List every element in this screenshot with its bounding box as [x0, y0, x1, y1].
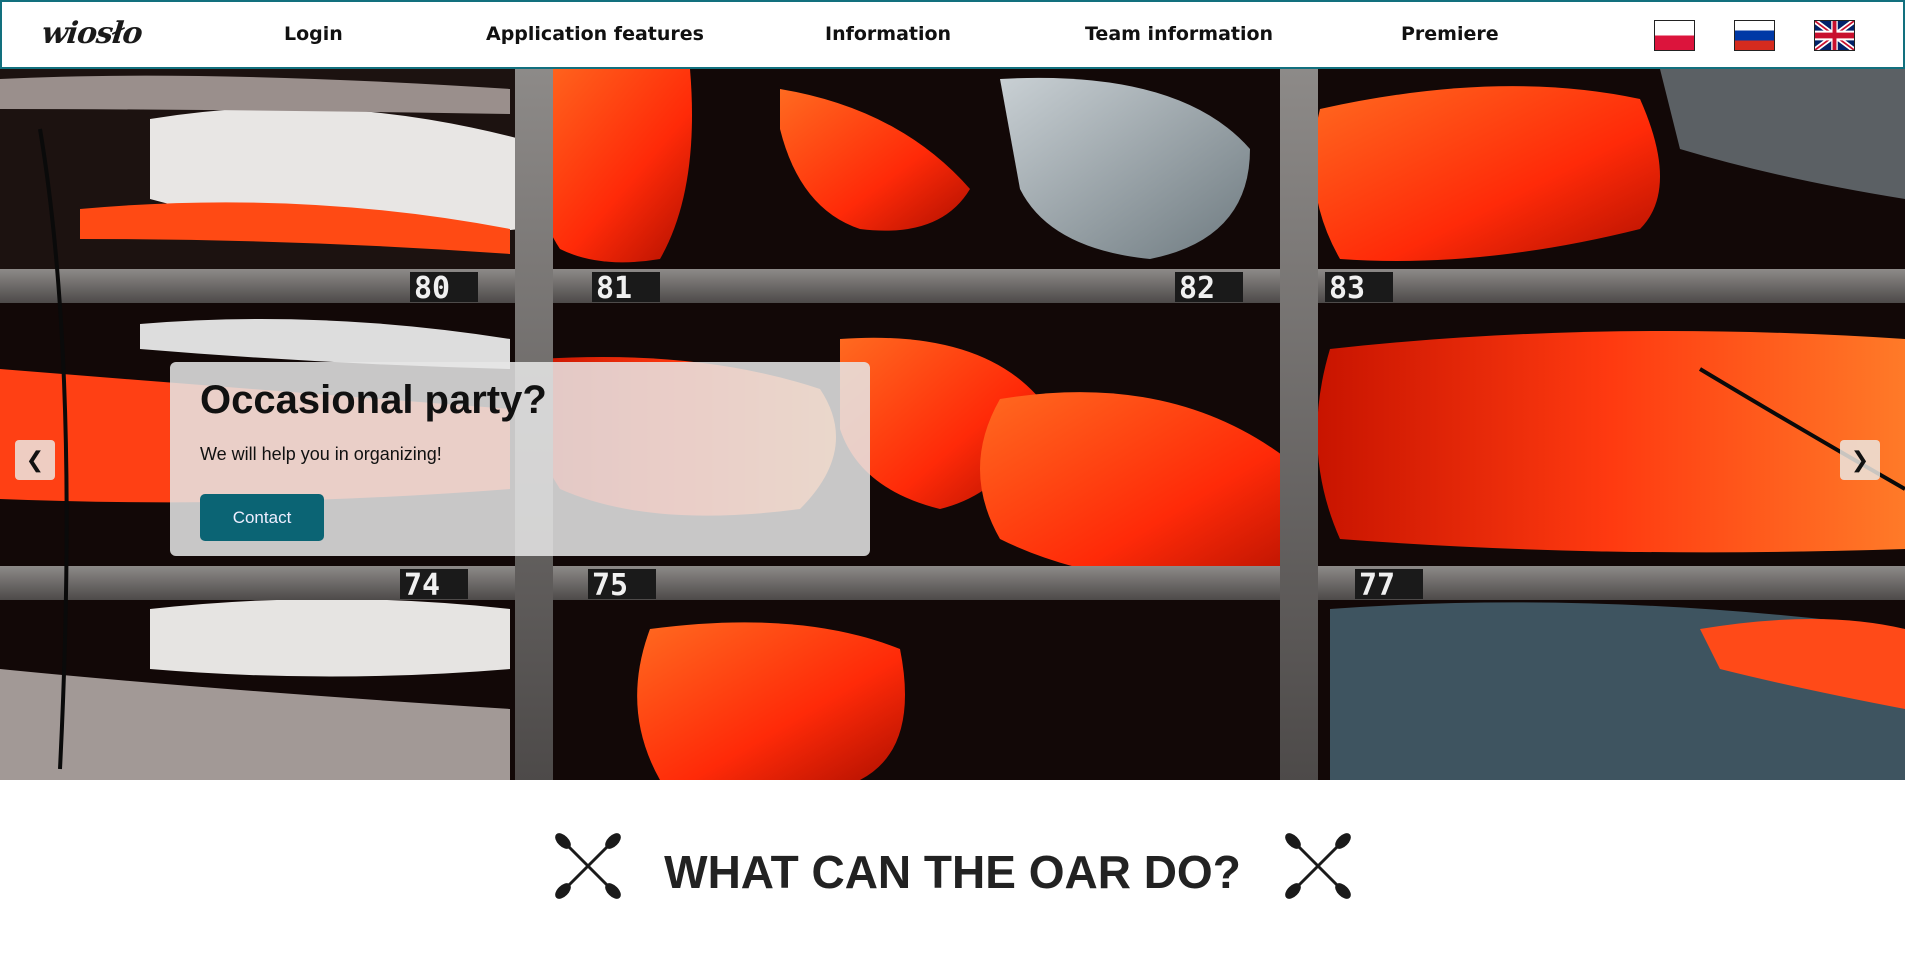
- nav-application-features[interactable]: Application features: [486, 23, 704, 45]
- carousel-next-icon[interactable]: ❯: [1840, 440, 1880, 480]
- site-logo[interactable]: wiosło: [40, 16, 143, 51]
- rack-number-80: 80: [414, 271, 450, 306]
- top-navbar: wiosło Login Application features Inform…: [0, 0, 1905, 69]
- nav-login[interactable]: Login: [284, 23, 343, 45]
- hero-carousel: 80 81 82 83 74 75 77 Occasional party? W…: [0, 69, 1905, 780]
- rack-number-74: 74: [404, 568, 440, 603]
- rack-number-83: 83: [1329, 271, 1365, 306]
- flag-uk-icon[interactable]: [1814, 20, 1855, 51]
- nav-premiere[interactable]: Premiere: [1401, 23, 1499, 45]
- nav-team-information[interactable]: Team information: [1085, 23, 1273, 45]
- flag-ru-icon[interactable]: [1734, 20, 1775, 51]
- rack-number-75: 75: [592, 568, 628, 603]
- caption-title: Occasional party?: [200, 378, 547, 422]
- carousel-caption: Occasional party? We will help you in or…: [170, 362, 870, 556]
- rack-number-77: 77: [1359, 568, 1395, 603]
- rack-number-81: 81: [596, 271, 632, 306]
- nav-information[interactable]: Information: [825, 23, 951, 45]
- section-title: WHAT CAN THE OAR DO?: [664, 846, 1241, 898]
- flag-pl-icon[interactable]: [1654, 20, 1695, 51]
- rack-number-82: 82: [1179, 271, 1215, 306]
- caption-text: We will help you in organizing!: [200, 444, 442, 464]
- contact-button[interactable]: Contact: [200, 494, 324, 541]
- carousel-prev-icon[interactable]: ❮: [15, 440, 55, 480]
- crossed-oars-icon: [1285, 833, 1351, 899]
